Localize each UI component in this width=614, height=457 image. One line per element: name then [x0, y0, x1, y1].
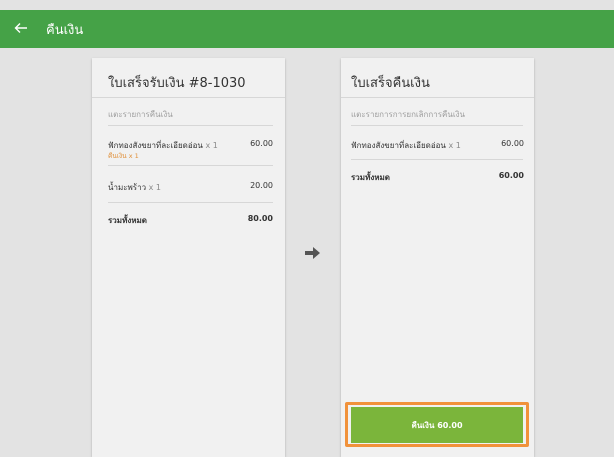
- app-header: คืนเงิน: [0, 10, 614, 48]
- divider: [341, 97, 534, 98]
- total-value: 60.00: [498, 171, 524, 180]
- item-refund-note: คืนเงิน x 1: [108, 152, 139, 160]
- divider: [108, 165, 273, 166]
- divider: [92, 97, 285, 98]
- item-name: น้ำมะพร้าว x 1: [108, 183, 162, 192]
- page-title: คืนเงิน: [46, 22, 84, 38]
- total-value: 80.00: [247, 214, 273, 223]
- arrow-right-icon: [305, 247, 320, 259]
- item-price: 60.00: [250, 139, 273, 148]
- divider: [108, 125, 273, 126]
- refund-receipt-title: ใบเสร็จคืนเงิน: [351, 76, 430, 91]
- receipt-title: ใบเสร็จรับเงิน #8-1030: [108, 76, 246, 91]
- arrow-left-icon[interactable]: [14, 21, 32, 38]
- divider: [108, 202, 273, 203]
- item-name: ฟักทองสังขยาที่ละเอียดอ่อน x 1: [351, 141, 461, 150]
- total-label: รวมทั้งหมด: [108, 216, 147, 225]
- divider: [351, 159, 523, 160]
- item-price: 20.00: [250, 181, 273, 190]
- refund-button[interactable]: คืนเงิน 60.00: [351, 407, 523, 443]
- item-price: 60.00: [501, 139, 524, 148]
- refund-receipt-card: ใบเสร็จคืนเงิน แตะรายการการยกเลิกการคืนเ…: [341, 58, 534, 457]
- receipt-card: ใบเสร็จรับเงิน #8-1030 แตะรายการคืนเงิน …: [92, 58, 285, 457]
- divider: [351, 125, 523, 126]
- refund-receipt-subtitle: แตะรายการการยกเลิกการคืนเงิน: [351, 110, 465, 119]
- receipt-subtitle: แตะรายการคืนเงิน: [108, 110, 173, 119]
- total-label: รวมทั้งหมด: [351, 173, 390, 182]
